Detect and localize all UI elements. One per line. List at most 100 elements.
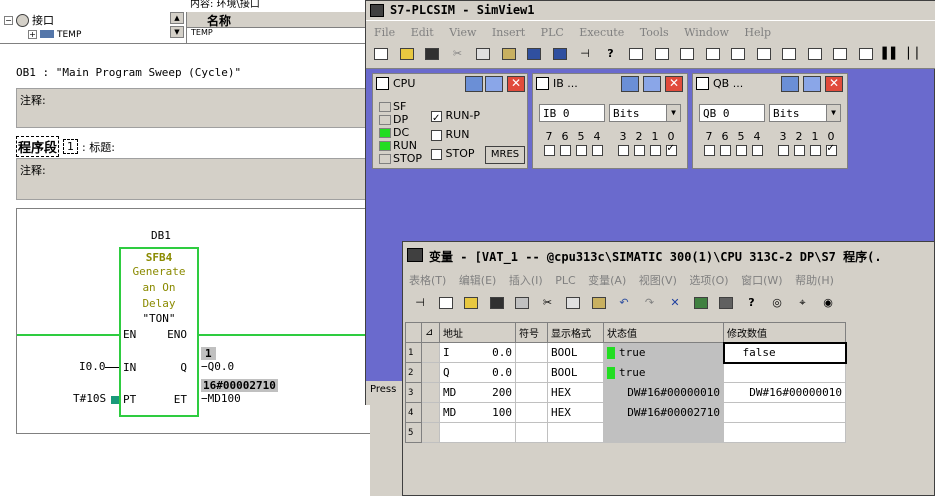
vat-menu-table[interactable]: 表格(T) (409, 274, 446, 287)
ib-bit-2[interactable]: 2 (631, 130, 647, 156)
modify-value-cell[interactable] (723, 402, 846, 423)
bit-checkbox[interactable] (633, 144, 645, 156)
plcsim-title-bar[interactable]: S7-PLCSIM - SimView1 (366, 1, 935, 21)
bit-checkbox[interactable] (735, 144, 747, 156)
ib-minimize-button[interactable] (621, 76, 639, 92)
pt-operand[interactable]: T#10S (73, 392, 106, 405)
header-status-value[interactable]: 状态值 (603, 322, 724, 343)
insert-timer-icon[interactable] (703, 44, 723, 64)
cpu-maximize-button[interactable] (485, 76, 503, 92)
open-icon[interactable] (397, 44, 417, 64)
ib-bit-5[interactable]: 5 (573, 130, 589, 156)
bit-checkbox[interactable] (809, 144, 821, 156)
new-icon[interactable] (371, 44, 391, 64)
bit-checkbox[interactable] (543, 144, 555, 156)
copy-icon[interactable] (473, 44, 493, 64)
qb-title-bar[interactable]: QB ... ✕ (693, 74, 847, 94)
ib-address-field[interactable]: IB 0 (539, 104, 605, 122)
ib-bit-0[interactable]: 0 (663, 130, 679, 156)
modify-value-cell[interactable] (723, 422, 846, 443)
vat-pin-icon[interactable]: ⊣ (410, 293, 430, 313)
bit-checkbox[interactable] (665, 143, 677, 156)
symbol-cell[interactable] (515, 402, 548, 423)
vat-menu-variable[interactable]: 变量(A) (588, 274, 626, 287)
bit-checkbox[interactable] (777, 144, 789, 156)
list-row-temp[interactable]: TEMP (187, 28, 370, 37)
insert-counter-icon[interactable] (728, 44, 748, 64)
cascade-icon[interactable] (550, 44, 570, 64)
menu-edit[interactable]: Edit (411, 26, 434, 39)
row-number[interactable]: 2 (405, 362, 422, 383)
ib-bit-3[interactable]: 3 (615, 130, 631, 156)
qb-maximize-button[interactable] (803, 76, 821, 92)
qb-bit-1[interactable]: 1 (807, 130, 823, 156)
paste-icon[interactable] (499, 44, 519, 64)
bit-checkbox[interactable] (793, 144, 805, 156)
vat-modify-icon[interactable]: ⌖ (793, 293, 813, 313)
cpu-minimize-button[interactable] (465, 76, 483, 92)
vat-table-row[interactable]: 4 MD 100 HEX DW#16#00002710 (405, 402, 846, 423)
qb-close-button[interactable]: ✕ (825, 76, 843, 92)
ib-format-select[interactable]: Bits ▼ (609, 104, 681, 122)
header-symbol[interactable]: 符号 (515, 322, 548, 343)
tree-node-temp[interactable]: + TEMP (28, 30, 81, 40)
bit-checkbox[interactable] (617, 144, 629, 156)
bit-checkbox[interactable] (559, 144, 571, 156)
vat-save-icon[interactable] (487, 293, 507, 313)
vat-open-icon[interactable] (461, 293, 481, 313)
bit-checkbox[interactable] (575, 144, 587, 156)
format-cell[interactable]: HEX (547, 382, 604, 403)
vat-menu-options[interactable]: 选项(O) (689, 274, 728, 287)
vat-monitor-once-icon[interactable]: ◉ (818, 293, 838, 313)
in-operand[interactable]: I0.0 (79, 360, 106, 373)
menu-tools[interactable]: Tools (640, 26, 669, 39)
insert-stack-icon[interactable] (805, 44, 825, 64)
row-number[interactable]: 1 (405, 342, 422, 363)
block-comment-box[interactable]: 注释: (16, 88, 370, 128)
vat-copy-icon[interactable] (563, 293, 583, 313)
address-cell[interactable]: Q 0.0 (439, 362, 516, 383)
address-cell[interactable] (439, 422, 516, 443)
header-display-format[interactable]: 显示格式 (547, 322, 604, 343)
bit-checkbox[interactable] (649, 144, 661, 156)
mode-run[interactable]: RUN (431, 125, 480, 144)
format-cell[interactable]: HEX (547, 402, 604, 423)
insert-block-regs-icon[interactable] (856, 44, 876, 64)
save-icon[interactable] (422, 44, 442, 64)
vat-accessible-nodes-icon[interactable] (716, 293, 736, 313)
qb-bit-5[interactable]: 5 (733, 130, 749, 156)
bit-checkbox[interactable] (591, 144, 603, 156)
menu-insert[interactable]: Insert (492, 26, 525, 39)
vat-menu-edit[interactable]: 编辑(E) (459, 274, 497, 287)
stack-icon[interactable] (524, 44, 544, 64)
row-number[interactable]: 5 (405, 422, 422, 443)
vat-menu-insert[interactable]: 插入(I) (509, 274, 543, 287)
bit-checkbox[interactable] (703, 144, 715, 156)
qb-minimize-button[interactable] (781, 76, 799, 92)
vat-menu-help[interactable]: 帮助(H) (795, 274, 834, 287)
et-operand[interactable]: −MD100 (201, 392, 241, 405)
qb-bit-6[interactable]: 6 (717, 130, 733, 156)
row-number[interactable]: 3 (405, 382, 422, 403)
tree-node-interface[interactable]: − 接口 (4, 12, 54, 28)
qb-bit-4[interactable]: 4 (749, 130, 765, 156)
vat-sort-icon[interactable]: ⊿ (421, 322, 440, 343)
vat-help-icon[interactable]: ? (742, 293, 762, 313)
ib-bit-6[interactable]: 6 (557, 130, 573, 156)
cut-icon[interactable]: ✂ (448, 44, 468, 64)
vat-undo-icon[interactable]: ↶ (614, 293, 634, 313)
symbol-cell[interactable] (515, 362, 548, 383)
vat-monitor-icon[interactable]: ◎ (767, 293, 787, 313)
bit-checkbox[interactable] (751, 144, 763, 156)
insert-memory-icon[interactable] (677, 44, 697, 64)
mode-stop[interactable]: STOP (431, 144, 480, 163)
menu-execute[interactable]: Execute (579, 26, 624, 39)
bit-checkbox[interactable] (719, 144, 731, 156)
symbol-cell[interactable] (515, 342, 548, 363)
insert-input-icon[interactable] (626, 44, 646, 64)
insert-accum-icon[interactable] (830, 44, 850, 64)
row-number[interactable]: 4 (405, 402, 422, 423)
vat-menu-view[interactable]: 视图(V) (639, 274, 677, 287)
modify-value-cell[interactable]: DW#16#00000010 (723, 382, 846, 403)
vat-menu-plc[interactable]: PLC (555, 274, 575, 287)
